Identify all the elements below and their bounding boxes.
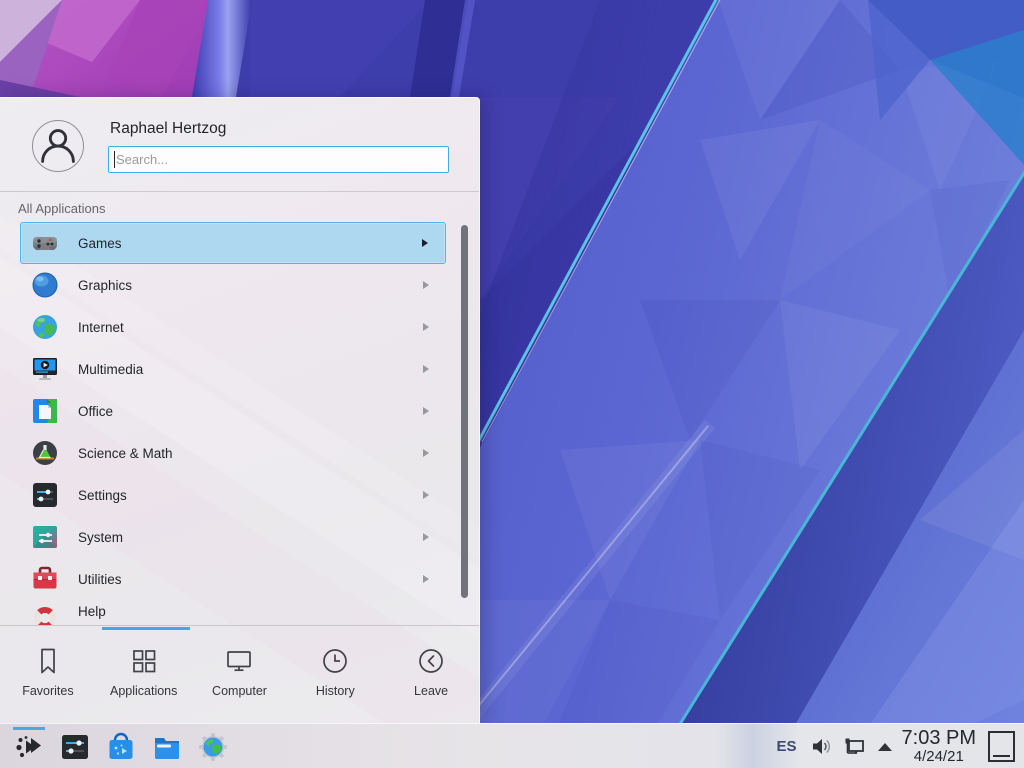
scrollbar-thumb[interactable]	[461, 225, 468, 598]
web-browser-icon	[198, 732, 228, 762]
tab-label: Leave	[414, 684, 448, 698]
submenu-arrow-icon	[423, 281, 429, 289]
category-row-office[interactable]: Office	[20, 390, 446, 432]
category-label: Office	[78, 404, 113, 419]
tab-label: History	[316, 684, 355, 698]
clock-time: 7:03 PM	[902, 728, 976, 749]
category-row-system[interactable]: System	[20, 516, 446, 558]
search-input[interactable]	[108, 146, 449, 173]
category-row-multimedia[interactable]: Multimedia	[20, 348, 446, 390]
tab-label: Applications	[110, 684, 177, 698]
history-clock-icon	[320, 646, 350, 676]
category-label: Settings	[78, 488, 127, 503]
discover-store-button[interactable]	[98, 724, 144, 768]
category-row-graphics[interactable]: Graphics	[20, 264, 446, 306]
app-launcher-button[interactable]	[6, 724, 52, 768]
tab-favorites[interactable]: Favorites	[0, 632, 96, 720]
office-icon	[31, 397, 59, 425]
system-tray: ES 7:03 PM 4/24/21	[777, 724, 1024, 768]
launcher-tab-bar: Favorites Applications Computer	[0, 632, 479, 720]
category-row-utilities[interactable]: Utilities	[20, 558, 446, 600]
keyboard-layout-indicator[interactable]: ES	[777, 738, 797, 755]
system-settings-icon	[60, 732, 90, 762]
category-label: Multimedia	[78, 362, 143, 377]
active-task-indicator	[13, 727, 45, 730]
section-label: All Applications	[18, 201, 105, 216]
user-name: Raphael Hertzog	[110, 120, 226, 138]
category-label: System	[78, 530, 123, 545]
expand-tray-icon[interactable]	[878, 743, 892, 751]
category-label: Internet	[78, 320, 124, 335]
show-desktop-button[interactable]	[988, 731, 1015, 762]
system-icon	[31, 523, 59, 551]
submenu-arrow-icon	[423, 575, 429, 583]
submenu-arrow-icon	[423, 491, 429, 499]
submenu-arrow-icon	[423, 365, 429, 373]
submenu-arrow-icon	[423, 449, 429, 457]
category-label: Games	[78, 236, 122, 251]
help-icon	[31, 604, 59, 625]
games-icon	[31, 229, 59, 257]
file-manager-icon	[152, 732, 182, 762]
category-row-games[interactable]: Games	[20, 222, 446, 264]
app-launcher-icon	[14, 732, 44, 762]
category-row-science-math[interactable]: Science & Math	[20, 432, 446, 474]
settings-icon	[31, 481, 59, 509]
header-divider	[0, 191, 479, 192]
utilities-icon	[31, 565, 59, 593]
favorites-bookmark-icon	[33, 646, 63, 676]
submenu-arrow-icon	[423, 407, 429, 415]
leave-icon	[416, 646, 446, 676]
tab-computer[interactable]: Computer	[192, 632, 288, 720]
applications-grid-icon	[129, 646, 159, 676]
category-label: Help	[78, 604, 106, 619]
tab-label: Favorites	[22, 684, 73, 698]
internet-icon	[31, 313, 59, 341]
taskbar-panel: ES 7:03 PM 4/24/21	[0, 723, 1024, 768]
category-list: Games Graphics	[20, 222, 446, 625]
tab-label: Computer	[212, 684, 267, 698]
file-manager-button[interactable]	[144, 724, 190, 768]
launcher-header: Raphael Hertzog	[0, 98, 479, 191]
clock-date: 4/24/21	[902, 749, 976, 765]
volume-icon[interactable]	[810, 735, 833, 758]
submenu-arrow-icon	[422, 239, 428, 247]
text-cursor	[114, 151, 115, 168]
category-label: Utilities	[78, 572, 122, 587]
category-label: Science & Math	[78, 446, 173, 461]
system-settings-button[interactable]	[52, 724, 98, 768]
active-tab-indicator	[102, 627, 190, 630]
computer-monitor-icon	[224, 646, 254, 676]
digital-clock[interactable]: 7:03 PM 4/24/21	[902, 728, 976, 765]
application-launcher-menu: Raphael Hertzog All Applications	[0, 97, 480, 723]
tab-leave[interactable]: Leave	[383, 632, 479, 720]
tab-history[interactable]: History	[287, 632, 383, 720]
web-browser-button[interactable]	[190, 724, 236, 768]
tab-applications[interactable]: Applications	[96, 632, 192, 720]
user-avatar[interactable]	[32, 120, 84, 172]
submenu-arrow-icon	[423, 323, 429, 331]
category-label: Graphics	[78, 278, 132, 293]
multimedia-icon	[31, 355, 59, 383]
desktop: Raphael Hertzog All Applications	[0, 0, 1024, 768]
science-math-icon	[31, 439, 59, 467]
graphics-icon	[31, 271, 59, 299]
submenu-arrow-icon	[423, 533, 429, 541]
network-icon[interactable]	[843, 735, 866, 758]
category-row-help[interactable]: Help	[20, 600, 446, 625]
category-row-settings[interactable]: Settings	[20, 474, 446, 516]
category-row-internet[interactable]: Internet	[20, 306, 446, 348]
discover-store-icon	[106, 732, 136, 762]
footer-divider	[0, 625, 479, 626]
